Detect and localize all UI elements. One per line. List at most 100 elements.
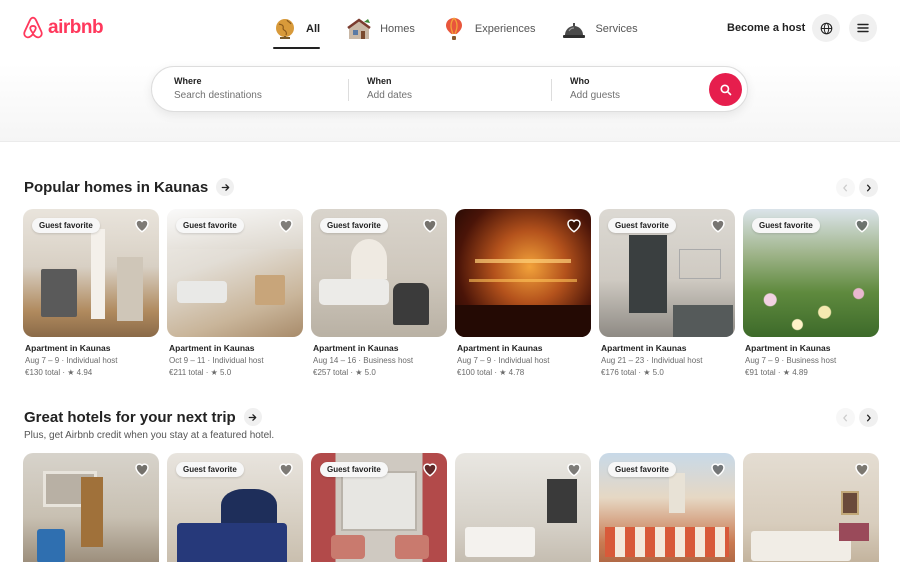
chevron-left-icon [843, 183, 848, 192]
next-button[interactable] [859, 178, 878, 197]
main-menu-button[interactable] [849, 14, 877, 42]
listing-meta: Aug 21 – 23 · Individual host [601, 356, 703, 365]
search-bar: Where Search destinations When Add dates… [151, 66, 748, 112]
listing-photo [455, 453, 591, 562]
heart-icon[interactable] [709, 216, 727, 234]
listing-dates: Aug 7 – 9 [745, 356, 780, 365]
nav-tab-experiences[interactable]: Experiences [441, 12, 536, 46]
nav-tab-all[interactable]: All [272, 12, 321, 49]
heart-icon[interactable] [133, 216, 151, 234]
where-label: Where [174, 76, 202, 86]
airbnb-logo[interactable]: airbnb [22, 16, 104, 40]
hotel-card[interactable]: Guest favorite [311, 453, 447, 562]
heart-icon[interactable] [709, 460, 727, 478]
guest-favorite-badge: Guest favorite [176, 218, 244, 233]
nav-tab-label: Services [595, 23, 638, 35]
listing-photo: Guest favorite [311, 453, 447, 562]
guest-favorite-badge: Guest favorite [320, 462, 388, 477]
listing-meta: Aug 14 – 16 · Business host [313, 356, 414, 365]
section-title-popular-homes[interactable]: Popular homes in Kaunas [24, 178, 235, 196]
guest-favorite-badge: Guest favorite [608, 462, 676, 477]
who-label: Who [570, 76, 590, 86]
nav-tab-services[interactable]: Services [561, 12, 638, 46]
section-title-great-hotels[interactable]: Great hotels for your next trip [24, 408, 262, 426]
listing-price-line: €130 total · ★ 4.94 [25, 368, 93, 377]
listing-photo: Guest favorite [23, 209, 159, 337]
heart-icon[interactable] [421, 460, 439, 478]
language-button[interactable] [812, 14, 840, 42]
search-icon [719, 83, 731, 95]
heart-icon[interactable] [133, 460, 151, 478]
section2-pager [836, 408, 878, 427]
who-input[interactable]: Add guests [570, 90, 620, 101]
hot-air-balloon-icon [445, 17, 462, 40]
hotel-card[interactable] [23, 453, 159, 562]
listing-photo [455, 209, 591, 337]
when-field[interactable]: When Add dates [367, 76, 412, 101]
heart-icon[interactable] [853, 460, 871, 478]
listing-card[interactable]: Guest favorite Apartment in Kaunas Aug 7… [743, 209, 879, 377]
listing-price: €91 total [745, 368, 776, 377]
listing-host: Business host [363, 356, 414, 365]
arrow-right-icon[interactable] [243, 408, 262, 426]
listing-price: €176 total [601, 368, 637, 377]
heart-icon[interactable] [421, 216, 439, 234]
heart-icon[interactable] [565, 460, 583, 478]
service-bell-icon [563, 23, 586, 38]
listing-title: Apartment in Kaunas [601, 343, 687, 353]
listing-card[interactable]: Apartment in Kaunas Aug 7 – 9 · Individu… [455, 209, 591, 377]
where-field[interactable]: Where Search destinations [174, 76, 262, 101]
next-button[interactable] [859, 408, 878, 427]
listing-photo: Guest favorite [743, 209, 879, 337]
when-input[interactable]: Add dates [367, 90, 412, 101]
listing-card[interactable]: Guest favorite Apartment in Kaunas Oct 9… [167, 209, 303, 377]
listing-photo: Guest favorite [599, 453, 735, 562]
hotel-card[interactable] [455, 453, 591, 562]
hamburger-menu-icon [857, 23, 869, 33]
listing-price-line: €91 total · ★ 4.89 [745, 368, 808, 377]
listing-host: Individual host [212, 356, 264, 365]
nav-tab-homes[interactable]: Homes [346, 12, 415, 46]
guest-favorite-badge: Guest favorite [752, 218, 820, 233]
heart-icon[interactable] [277, 216, 295, 234]
guest-favorite-badge: Guest favorite [32, 218, 100, 233]
nav-tab-label: Homes [380, 23, 415, 35]
listing-title: Apartment in Kaunas [313, 343, 399, 353]
listing-photo [743, 453, 879, 562]
listing-rating: ★ 4.78 [499, 368, 525, 377]
who-field[interactable]: Who Add guests [570, 76, 620, 101]
listing-row-homes: Guest favorite Apartment in Kaunas Aug 7… [23, 209, 879, 377]
house-icon [347, 18, 371, 39]
guest-favorite-badge: Guest favorite [608, 218, 676, 233]
listing-rating: ★ 4.94 [67, 368, 93, 377]
hotel-card[interactable]: Guest favorite [599, 453, 735, 562]
previous-button[interactable] [836, 408, 855, 427]
nav-tab-label: Experiences [474, 23, 536, 35]
listing-row-hotels: Guest favorite Guest favorite Guest favo… [23, 453, 879, 562]
section-subtitle: Plus, get Airbnb credit when you stay at… [24, 430, 275, 441]
previous-button[interactable] [836, 178, 855, 197]
search-button[interactable] [709, 73, 742, 106]
heart-icon[interactable] [277, 460, 295, 478]
guest-favorite-badge: Guest favorite [176, 462, 244, 477]
chevron-left-icon [843, 413, 848, 422]
where-input[interactable]: Search destinations [174, 90, 262, 101]
search-divider [551, 79, 552, 101]
listing-dates: Oct 9 – 11 [169, 356, 206, 365]
listing-card[interactable]: Guest favorite Apartment in Kaunas Aug 1… [311, 209, 447, 377]
hotel-card[interactable] [743, 453, 879, 562]
listing-title: Apartment in Kaunas [745, 343, 831, 353]
listing-dates: Aug 14 – 16 [313, 356, 357, 365]
become-host-link[interactable]: Become a host [727, 22, 805, 34]
heart-icon[interactable] [853, 216, 871, 234]
listing-card[interactable]: Guest favorite Apartment in Kaunas Aug 7… [23, 209, 159, 377]
listing-card[interactable]: Guest favorite Apartment in Kaunas Aug 2… [599, 209, 735, 377]
heart-icon[interactable] [565, 216, 583, 234]
listing-host: Business host [786, 356, 837, 365]
listing-host: Individual host [498, 356, 550, 365]
arrow-right-icon[interactable] [216, 178, 235, 196]
guest-favorite-badge: Guest favorite [320, 218, 388, 233]
search-divider [348, 79, 349, 101]
hotel-card[interactable]: Guest favorite [167, 453, 303, 562]
section-title-text: Popular homes in Kaunas [24, 178, 209, 196]
